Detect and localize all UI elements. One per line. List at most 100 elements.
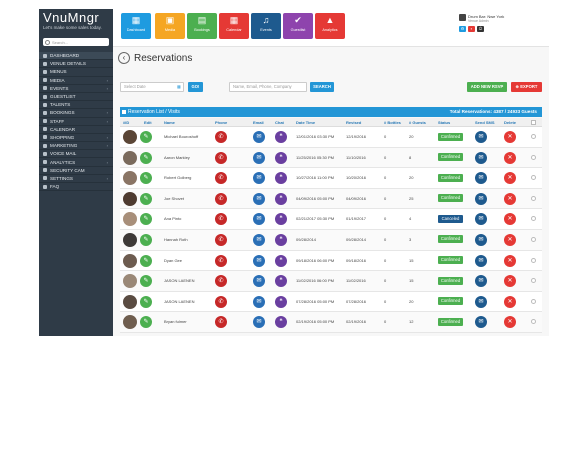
status-badge[interactable]: Confirmed [438,235,463,244]
sidebar-item-events[interactable]: EVENTS › [39,85,113,93]
column-header-date-time[interactable]: Date Time [296,120,315,125]
lock-icon[interactable]: ▪ [468,26,475,32]
column-header-bottles[interactable]: # Bottles [384,120,401,125]
edit-icon[interactable]: ✎ [140,233,152,246]
send-sms-icon[interactable]: ✉ [475,151,487,164]
go-button[interactable]: GO! [188,82,203,92]
delete-icon[interactable]: ✕ [504,192,516,205]
add-new-rsvp-button[interactable]: ADD NEW RSVP [467,82,507,92]
column-header-guests[interactable]: # Guests [409,120,426,125]
delete-icon[interactable]: ✕ [504,213,516,226]
row-checkbox[interactable] [531,154,536,160]
status-badge[interactable]: Confirmed [438,276,463,285]
phone-icon[interactable]: ✆ [215,213,227,226]
row-checkbox[interactable] [531,175,536,181]
send-sms-icon[interactable]: ✉ [475,316,487,329]
settings-icon[interactable]: ⚙ [459,26,466,32]
edit-icon[interactable]: ✎ [140,151,152,164]
nav-tile-calendar[interactable]: ▦ Calendar [219,13,249,39]
status-badge[interactable]: Confirmed [438,317,463,326]
avatar[interactable] [123,294,137,309]
send-sms-icon[interactable]: ✉ [475,275,487,288]
row-checkbox[interactable] [531,195,536,201]
email-icon[interactable]: ✉ [253,275,265,288]
delete-icon[interactable]: ✕ [504,254,516,267]
avatar[interactable] [123,212,137,227]
send-sms-icon[interactable]: ✉ [475,192,487,205]
phone-icon[interactable]: ✆ [215,172,227,185]
email-icon[interactable]: ✉ [253,233,265,246]
phone-icon[interactable]: ✆ [215,131,227,143]
phone-icon[interactable]: ✆ [215,151,227,164]
status-badge[interactable]: Confirmed [438,173,463,182]
send-sms-icon[interactable]: ✉ [475,233,487,246]
email-icon[interactable]: ✉ [253,172,265,185]
send-sms-icon[interactable]: ✉ [475,213,487,226]
chat-icon[interactable]: ❝ [275,151,287,164]
avatar[interactable] [123,253,137,268]
phone-icon[interactable]: ✆ [215,275,227,288]
column-header-status[interactable]: Status [438,120,450,125]
column-header-email[interactable]: Email [253,120,264,125]
column-header-delete[interactable]: Delete [504,120,516,125]
row-checkbox[interactable] [531,278,536,284]
delete-icon[interactable]: ✕ [504,295,516,308]
status-badge[interactable]: Confirmed [438,194,463,203]
avatar[interactable] [123,150,137,165]
delete-icon[interactable]: ✕ [504,172,516,185]
sidebar-item-settings[interactable]: SETTINGS › [39,175,113,183]
select-all-checkbox[interactable] [531,120,536,125]
nav-tile-events[interactable]: ♫ Events [251,13,281,39]
avatar[interactable] [123,171,137,186]
search-input[interactable]: Search... [43,38,109,46]
chat-icon[interactable]: ❝ [275,192,287,205]
status-badge[interactable]: Canceled [438,214,463,223]
row-checkbox[interactable] [531,298,536,304]
back-arrow-icon[interactable]: ‹ [118,52,130,64]
avatar[interactable] [123,191,137,206]
status-badge[interactable]: Confirmed [438,153,463,162]
power-icon[interactable]: ⏻ [477,26,484,32]
column-header-revised[interactable]: Revised [346,120,361,125]
phone-icon[interactable]: ✆ [215,254,227,267]
nav-tile-guestlist[interactable]: ✔ Guestlist [283,13,313,39]
chat-icon[interactable]: ❝ [275,233,287,246]
sidebar-item-voice-mail[interactable]: VOICE MAIL [39,150,113,159]
date-input[interactable]: Select Date ▦ [120,82,184,92]
email-icon[interactable]: ✉ [253,295,265,308]
column-header-name[interactable]: Name [164,120,175,125]
email-icon[interactable]: ✉ [253,131,265,143]
row-checkbox[interactable] [531,236,536,242]
sidebar-item-shopping[interactable]: SHOPPING › [39,134,113,143]
column-header-edit[interactable]: Edit [144,120,152,125]
row-checkbox[interactable] [531,216,536,222]
column-header-send-sms[interactable]: Send SMS [475,120,495,125]
status-badge[interactable]: Confirmed [438,297,463,306]
edit-icon[interactable]: ✎ [140,172,152,185]
brand-logo[interactable]: VnuMngr [43,11,109,25]
export-button[interactable]: ⊕ EXPORT [511,82,542,92]
edit-icon[interactable]: ✎ [140,131,152,143]
sidebar-item-faq[interactable]: FAQ [39,183,113,192]
column-header-phone[interactable]: Phone [215,120,227,125]
edit-icon[interactable]: ✎ [140,192,152,205]
email-icon[interactable]: ✉ [253,316,265,329]
nav-tile-media[interactable]: ▣ Media [155,13,185,39]
delete-icon[interactable]: ✕ [504,233,516,246]
send-sms-icon[interactable]: ✉ [475,254,487,267]
sidebar-item-marketing[interactable]: MARKETING › [39,142,113,151]
nav-tile-bookings[interactable]: ▤ Bookings [187,13,217,39]
edit-icon[interactable]: ✎ [140,295,152,308]
nav-tile-analytics[interactable]: ▲ Analytics [315,13,345,39]
phone-icon[interactable]: ✆ [215,295,227,308]
phone-icon[interactable]: ✆ [215,233,227,246]
chat-icon[interactable]: ❝ [275,316,287,329]
send-sms-icon[interactable]: ✉ [475,131,487,143]
sidebar-item-media[interactable]: MEDIA › [39,77,113,85]
column-header-id[interactable]: #ID [123,120,129,125]
delete-icon[interactable]: ✕ [504,131,516,143]
chat-icon[interactable]: ❝ [275,254,287,267]
email-icon[interactable]: ✉ [253,254,265,267]
email-icon[interactable]: ✉ [253,151,265,164]
sidebar-item-bookings[interactable]: BOOKINGS › [39,109,113,118]
